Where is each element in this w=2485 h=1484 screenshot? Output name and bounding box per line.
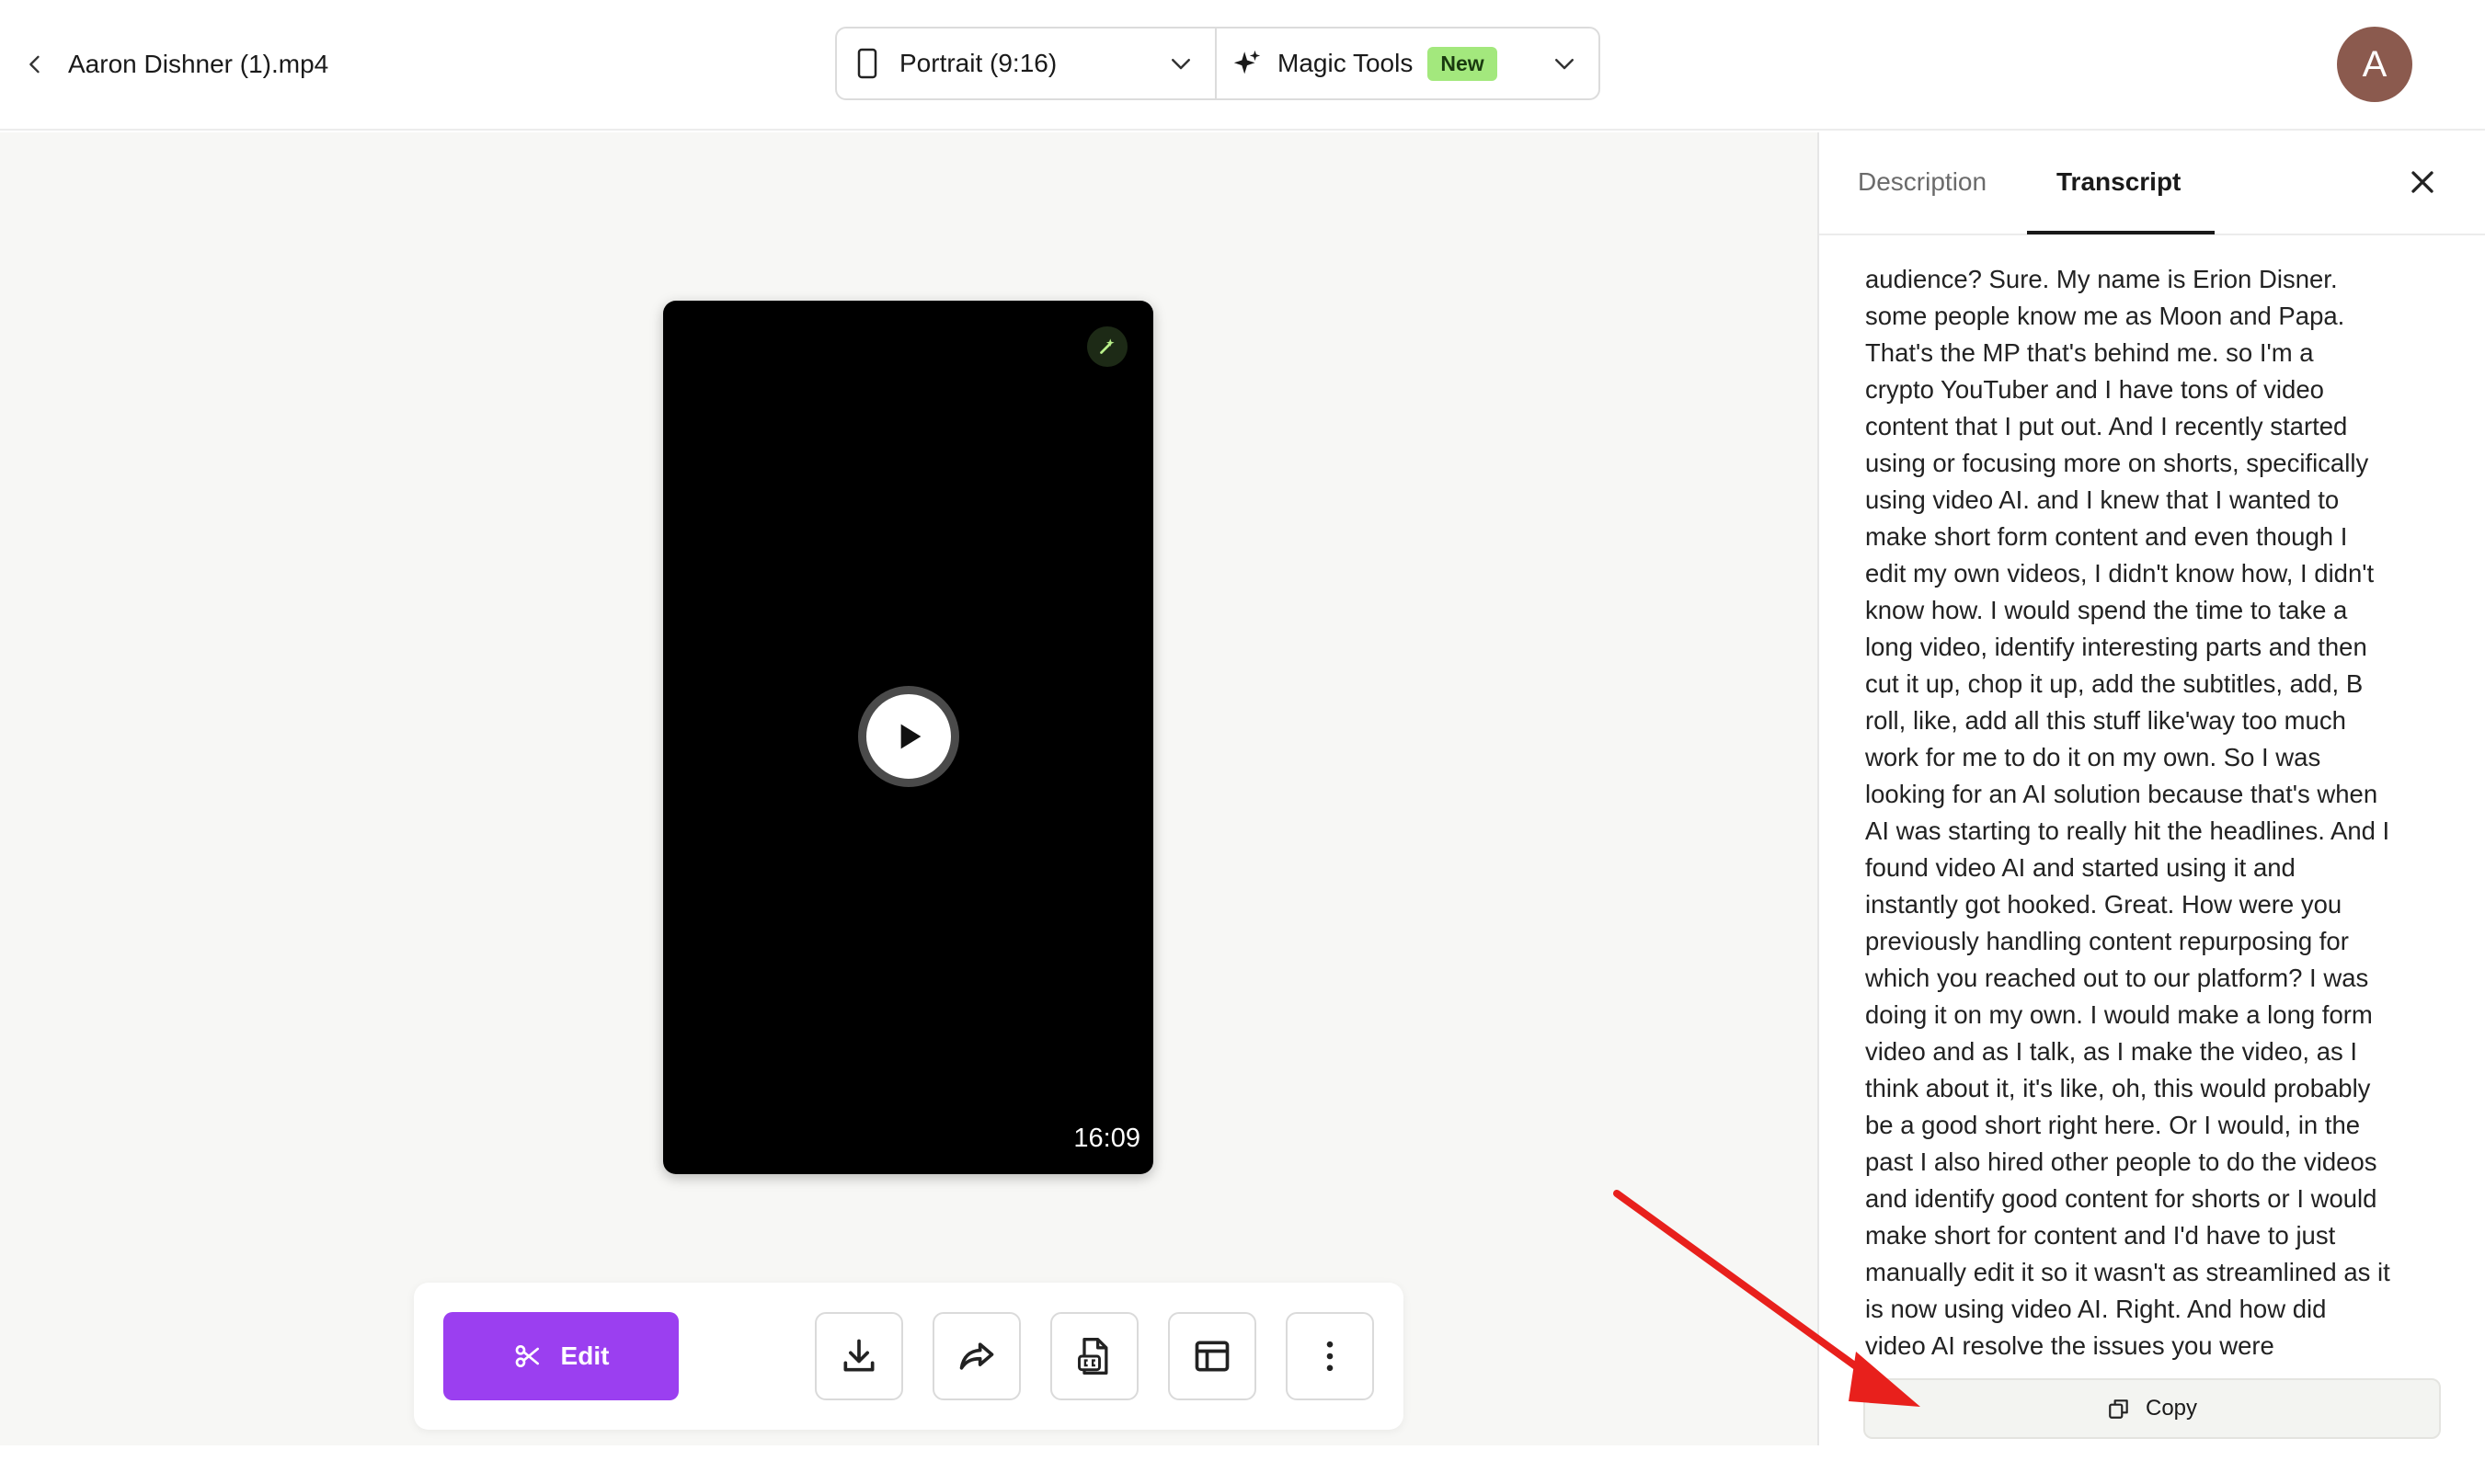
aspect-ratio-label: Portrait (9:16) [899, 49, 1058, 77]
avatar[interactable]: A [2337, 27, 2412, 102]
share-button[interactable] [933, 1312, 1021, 1400]
scissors-icon [515, 1345, 539, 1367]
layout-button[interactable] [1168, 1312, 1256, 1400]
captions-button[interactable] [1050, 1312, 1139, 1400]
phone-portrait-icon [857, 48, 877, 79]
play-button[interactable] [858, 686, 959, 787]
transcript-line: know how. I would spend the time to take… [1865, 596, 2348, 624]
close-icon[interactable] [2404, 164, 2441, 200]
transcript-text: audience? Sure. My name is Erion Disner.… [1865, 261, 2454, 1484]
transcript-line: is now using video AI. Right. And how di… [1865, 1295, 2327, 1323]
transcript-line: think about it, it's like, oh, this woul… [1865, 1074, 2371, 1102]
more-options-button[interactable] [1286, 1312, 1374, 1400]
download-button[interactable] [815, 1312, 903, 1400]
captions-file-icon [1078, 1338, 1108, 1375]
transcript-line: manually edit it so it wasn't as streaml… [1865, 1258, 2390, 1286]
transcript-line: past I also hired other people to do the… [1865, 1147, 2377, 1176]
transcript-line: some people know me as Moon and Papa. [1865, 302, 2345, 330]
transcript-line: work for me to do it on my own. So I was [1865, 743, 2321, 771]
share-icon [959, 1342, 994, 1370]
transcript-line: cut it up, chop it up, add the subtitles… [1865, 669, 2364, 698]
transcript-line: doing it on my own. I would make a long … [1865, 1000, 2373, 1029]
side-panel: Description Transcript audience? Sure. M… [1817, 132, 2485, 1445]
edit-label: Edit [560, 1341, 610, 1370]
transcript-line: video AI resolve the issues you were [1865, 1331, 2274, 1360]
video-duration: 16:09 [1073, 1124, 1140, 1153]
active-tab-indicator [2027, 231, 2215, 234]
transcript-line: previously handling content repurposing … [1865, 927, 2349, 955]
tab-description[interactable]: Description [1858, 167, 1987, 197]
tab-transcript[interactable]: Transcript [2056, 167, 2181, 197]
download-icon [843, 1339, 875, 1372]
transcript-line: found video AI and started using it and [1865, 853, 2296, 882]
play-icon [900, 724, 922, 749]
copy-button[interactable]: Copy [1863, 1378, 2441, 1439]
transcript-line: long video, identify interesting parts a… [1865, 633, 2367, 661]
bottom-toolbar: Edit [414, 1283, 1403, 1430]
edit-button[interactable]: Edit [443, 1312, 679, 1400]
transcript-line: instantly got hooked. Great. How were yo… [1865, 890, 2342, 919]
new-badge: New [1427, 46, 1497, 81]
transcript-line: audience? Sure. My name is Erion Disner. [1865, 265, 2338, 293]
sparkle-icon [1233, 50, 1261, 74]
header-controls: Portrait (9:16) Magic Tools New [835, 27, 1600, 100]
transcript-line: and identify good content for shorts or … [1865, 1184, 2377, 1213]
panel-tabs: Description Transcript [1819, 132, 2485, 235]
magic-tools-label: Magic Tools [1277, 49, 1414, 77]
transcript-line: using video AI. and I knew that I wanted… [1865, 485, 2340, 514]
magic-tools-dropdown[interactable]: Magic Tools New [1217, 29, 1598, 98]
back-button[interactable]: Aaron Dishner (1).mp4 [22, 42, 328, 86]
more-vertical-icon [1326, 1341, 1334, 1372]
chevron-down-icon [1555, 59, 1574, 70]
transcript-line: roll, like, add all this stuff like'way … [1865, 706, 2346, 735]
transcript-line: looking for an AI solution because that'… [1865, 780, 2378, 808]
top-bar: Aaron Dishner (1).mp4 Portrait (9:16) Ma… [0, 0, 2485, 131]
chevron-down-icon [1172, 59, 1190, 70]
transcript-line: video and as I talk, as I make the video… [1865, 1037, 2358, 1066]
transcript-line: AI was starting to really hit the headli… [1865, 816, 2390, 845]
chevron-left-icon [29, 55, 40, 74]
transcript-line: make short form content and even though … [1865, 522, 2348, 551]
layout-icon [1195, 1341, 1230, 1372]
copy-label: Copy [2145, 1396, 2198, 1421]
transcript-line: make short for content and I'd have to j… [1865, 1221, 2336, 1250]
transcript-line: content that I put out. And I recently s… [1865, 412, 2348, 440]
transcript-line: using or focusing more on shorts, specif… [1865, 449, 2369, 477]
file-name: Aaron Dishner (1).mp4 [68, 50, 329, 78]
wand-glyph [1100, 338, 1115, 354]
aspect-ratio-dropdown[interactable]: Portrait (9:16) [837, 29, 1217, 98]
copy-icon [2109, 1399, 2128, 1419]
transcript-line: crypto YouTuber and I have tons of video [1865, 375, 2324, 404]
transcript-line: be a good short right here. Or I would, … [1865, 1111, 2361, 1139]
transcript-line: edit my own videos, I didn't know how, I… [1865, 559, 2375, 588]
magic-wand-icon[interactable] [1087, 326, 1128, 367]
transcript-line: which you reached out to our platform? I… [1865, 964, 2369, 992]
transcript-line: That's the MP that's behind me. so I'm a [1865, 338, 2314, 367]
